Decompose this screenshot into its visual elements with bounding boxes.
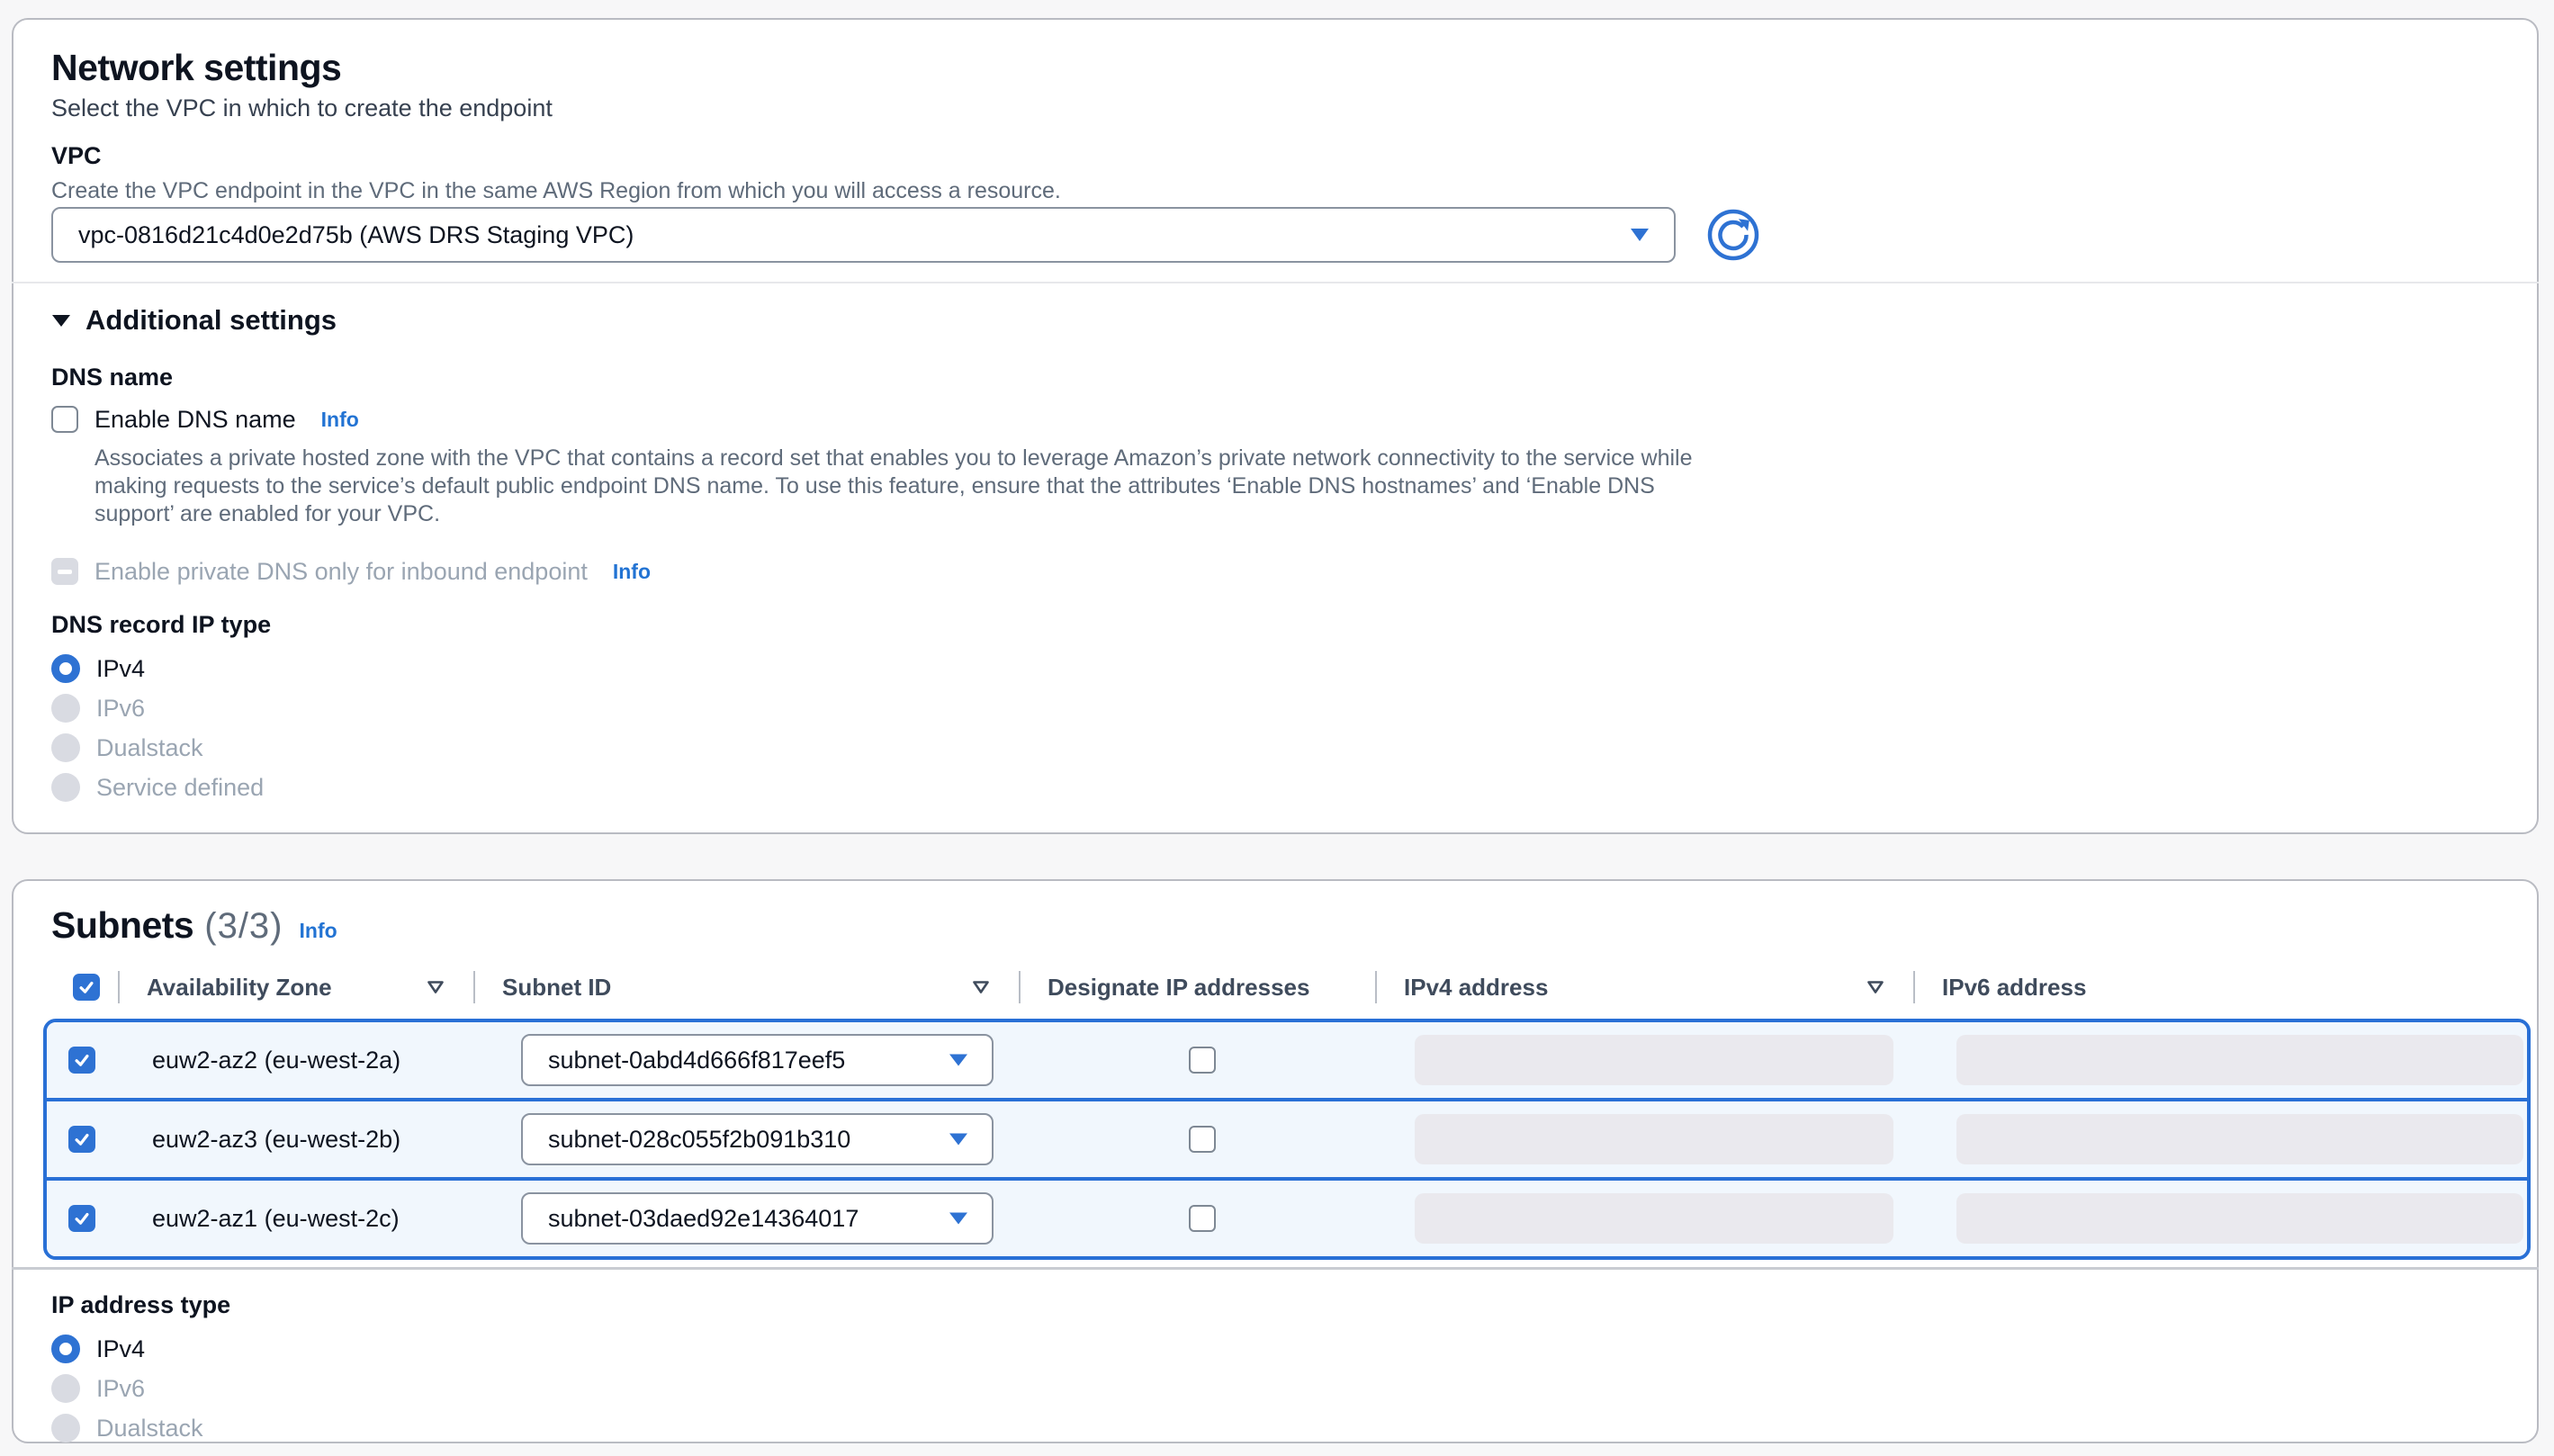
indeterminate-dash-icon bbox=[58, 570, 72, 574]
availability-zone-value: euw2-az2 (eu-west-2a) bbox=[123, 1022, 479, 1098]
dns-record-ip-type-label: DNS record IP type bbox=[51, 611, 2499, 638]
chevron-down-icon bbox=[949, 1133, 968, 1146]
refresh-button[interactable] bbox=[1706, 208, 1760, 262]
private-dns-inbound-label: Enable private DNS only for inbound endp… bbox=[94, 558, 588, 586]
select-all-cell bbox=[43, 966, 120, 1008]
enable-dns-name-checkbox[interactable] bbox=[51, 406, 78, 433]
additional-settings-expander[interactable]: Additional settings bbox=[51, 304, 2499, 337]
row-checkbox[interactable] bbox=[68, 1126, 95, 1153]
ipv6-address-field-disabled bbox=[1956, 1035, 2523, 1085]
enable-dns-name-checkbox-label[interactable]: Enable DNS name bbox=[94, 406, 296, 434]
subnets-counter: (3/3) bbox=[204, 906, 283, 947]
table-row: euw2-az3 (eu-west-2b) subnet-028c055f2b0… bbox=[47, 1098, 2527, 1177]
dns-ip-radio-ipv4[interactable] bbox=[51, 654, 80, 683]
dns-ip-radio-dualstack bbox=[51, 733, 80, 762]
column-header-ipv6-address: IPv6 address bbox=[1915, 966, 2531, 1008]
subnets-title: Subnets bbox=[51, 904, 193, 947]
table-row: euw2-az1 (eu-west-2c) subnet-03daed92e14… bbox=[47, 1177, 2527, 1256]
column-header-ipv4-address[interactable]: IPv4 address bbox=[1377, 966, 1915, 1008]
ip-type-radio-dualstack-label: Dualstack bbox=[96, 1415, 203, 1443]
ipv4-address-field-disabled bbox=[1415, 1114, 1893, 1164]
availability-zone-value: euw2-az3 (eu-west-2b) bbox=[123, 1101, 479, 1177]
vpc-select[interactable]: vpc-0816d21c4d0e2d75b (AWS DRS Staging V… bbox=[51, 207, 1676, 263]
table-row: euw2-az2 (eu-west-2a) subnet-0abd4d666f8… bbox=[47, 1022, 2527, 1098]
private-dns-inbound-info-link[interactable]: Info bbox=[613, 560, 651, 584]
dns-ip-radio-service-defined bbox=[51, 773, 80, 802]
designate-ip-checkbox[interactable] bbox=[1189, 1205, 1216, 1232]
vpc-select-value: vpc-0816d21c4d0e2d75b (AWS DRS Staging V… bbox=[78, 221, 634, 249]
chevron-down-icon bbox=[949, 1054, 968, 1067]
enable-dns-info-link[interactable]: Info bbox=[321, 408, 359, 432]
designate-ip-checkbox[interactable] bbox=[1189, 1126, 1216, 1153]
vpc-description: Create the VPC endpoint in the VPC in th… bbox=[51, 177, 2499, 204]
ipv4-address-field-disabled bbox=[1415, 1193, 1893, 1244]
subnets-card: Subnets (3/3) Info Availability Zone Sub… bbox=[12, 879, 2539, 1443]
dns-name-label: DNS name bbox=[51, 364, 2499, 391]
subnets-table-header: Availability Zone Subnet ID Designate IP… bbox=[43, 966, 2531, 1008]
subnets-info-link[interactable]: Info bbox=[300, 919, 337, 943]
private-dns-inbound-checkbox[interactable] bbox=[51, 558, 78, 585]
row-checkbox[interactable] bbox=[68, 1047, 95, 1074]
row-checkbox[interactable] bbox=[68, 1205, 95, 1232]
availability-zone-value: euw2-az1 (eu-west-2c) bbox=[123, 1181, 479, 1256]
page-title: Network settings bbox=[51, 47, 2499, 88]
chevron-down-icon bbox=[949, 1212, 968, 1226]
select-all-checkbox[interactable] bbox=[73, 974, 100, 1001]
ipv4-address-field-disabled bbox=[1415, 1035, 1893, 1085]
caret-down-icon bbox=[51, 314, 71, 328]
dns-ip-radio-ipv6 bbox=[51, 694, 80, 723]
designate-ip-checkbox[interactable] bbox=[1189, 1047, 1216, 1074]
ip-type-radio-ipv6-label: IPv6 bbox=[96, 1375, 145, 1403]
additional-settings-title: Additional settings bbox=[85, 304, 337, 337]
network-settings-card: Network settings Select the VPC in which… bbox=[12, 18, 2539, 834]
enable-dns-description: Associates a private hosted zone with th… bbox=[94, 445, 1714, 528]
ip-type-radio-ipv4-label[interactable]: IPv4 bbox=[96, 1335, 145, 1363]
subnet-id-select[interactable]: subnet-0abd4d666f817eef5 bbox=[521, 1034, 994, 1086]
page-subtitle: Select the VPC in which to create the en… bbox=[51, 94, 2499, 122]
ipv6-address-field-disabled bbox=[1956, 1114, 2523, 1164]
chevron-down-icon bbox=[1629, 228, 1650, 242]
sort-icon bbox=[972, 980, 990, 994]
section-divider bbox=[12, 282, 2539, 283]
dns-ip-radio-dualstack-label: Dualstack bbox=[96, 734, 203, 762]
dns-ip-radio-service-defined-label: Service defined bbox=[96, 774, 264, 802]
subnet-id-select[interactable]: subnet-028c055f2b091b310 bbox=[521, 1113, 994, 1165]
ip-type-radio-ipv4[interactable] bbox=[51, 1335, 80, 1363]
sort-icon bbox=[1866, 980, 1884, 994]
ip-type-radio-ipv6 bbox=[51, 1374, 80, 1403]
column-header-designate-ip: Designate IP addresses bbox=[1021, 966, 1377, 1008]
subnets-table: euw2-az2 (eu-west-2a) subnet-0abd4d666f8… bbox=[43, 1019, 2531, 1260]
section-divider bbox=[12, 1267, 2539, 1270]
sort-icon bbox=[427, 980, 445, 994]
ipv6-address-field-disabled bbox=[1956, 1193, 2523, 1244]
refresh-icon bbox=[1706, 251, 1760, 265]
vpc-label: VPC bbox=[51, 142, 2499, 169]
ip-address-type-label: IP address type bbox=[51, 1291, 2499, 1318]
dns-ip-radio-ipv4-label[interactable]: IPv4 bbox=[96, 655, 145, 683]
column-header-availability-zone[interactable]: Availability Zone bbox=[120, 966, 475, 1008]
ip-type-radio-dualstack bbox=[51, 1414, 80, 1443]
column-header-subnet-id[interactable]: Subnet ID bbox=[475, 966, 1021, 1008]
dns-ip-radio-ipv6-label: IPv6 bbox=[96, 695, 145, 723]
subnet-id-select[interactable]: subnet-03daed92e14364017 bbox=[521, 1192, 994, 1245]
